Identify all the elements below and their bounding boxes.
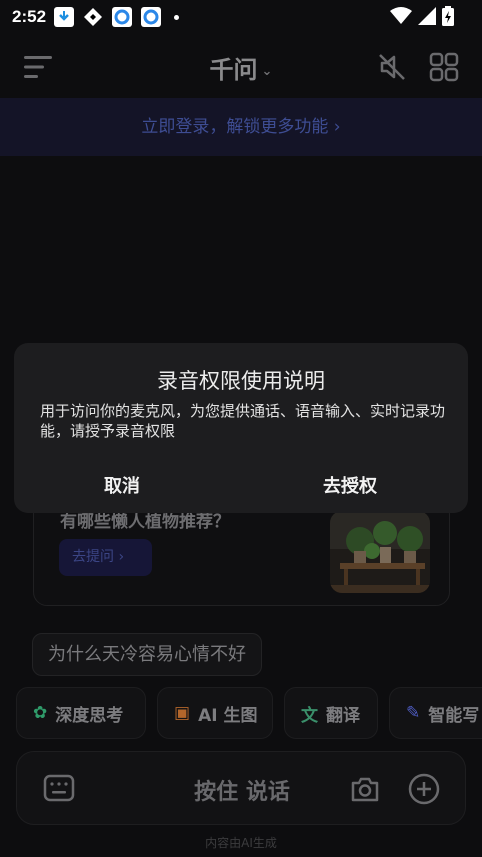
app-notification-icon bbox=[112, 7, 133, 27]
ai-disclaimer: 内容由AI生成 bbox=[205, 836, 277, 850]
chevron-down-icon: ⌄ bbox=[261, 63, 273, 79]
ask-button[interactable]: 去提问 › bbox=[59, 539, 152, 576]
translate-icon: 文 bbox=[301, 705, 318, 726]
app-notification-icon-2 bbox=[141, 7, 162, 27]
apps-grid-icon[interactable] bbox=[428, 51, 460, 83]
top-bar: 千问 ⌄ bbox=[0, 34, 482, 98]
pen-icon: ✎ bbox=[406, 703, 421, 723]
chip-label: 智能写 bbox=[428, 705, 480, 726]
chip-label: 翻译 bbox=[326, 705, 360, 726]
speaker-mute-icon[interactable] bbox=[376, 51, 408, 83]
wifi-icon bbox=[390, 7, 412, 24]
page-title: 千问 bbox=[209, 56, 258, 84]
permission-dialog: 录音权限使用说明 用于访问你的麦克风，为您提供通话、语音输入、实时记录功能，请授… bbox=[14, 343, 468, 513]
chip-label: AI 生图 bbox=[198, 705, 258, 726]
chip-deep-think[interactable]: ✿ 深度思考 bbox=[16, 687, 146, 739]
battery-icon bbox=[442, 6, 454, 26]
cancel-button[interactable]: 取消 bbox=[72, 469, 172, 505]
status-bar: 2:52 bbox=[0, 0, 482, 34]
chip-translate[interactable]: 文 翻译 bbox=[284, 687, 378, 739]
chip-ai-image[interactable]: ▣ AI 生图 bbox=[157, 687, 273, 739]
grant-permission-button[interactable]: 去授权 bbox=[300, 469, 400, 505]
dialog-title: 录音权限使用说明 bbox=[157, 369, 325, 393]
plus-icon[interactable] bbox=[407, 772, 441, 806]
signal-icon bbox=[418, 7, 436, 25]
chip-label: 深度思考 bbox=[55, 705, 124, 726]
dialog-message: 用于访问你的麦克风，为您提供通话、语音输入、实时记录功能，请授予录音权限 bbox=[40, 402, 446, 440]
login-banner[interactable]: 立即登录，解锁更多功能 › bbox=[0, 98, 482, 156]
more-notifications-icon bbox=[174, 14, 180, 20]
hold-to-talk-button[interactable]: 按住 说话 bbox=[17, 774, 467, 806]
model-selector[interactable]: 千问 ⌄ bbox=[0, 50, 482, 85]
download-notification-icon bbox=[54, 7, 75, 27]
suggestion-card[interactable]: 有哪些懒人植物推荐？ 去提问 › bbox=[33, 500, 450, 606]
image-gen-icon: ▣ bbox=[174, 703, 191, 723]
plant-image bbox=[330, 511, 430, 593]
feature-chips: ✿ 深度思考 ▣ AI 生图 文 翻译 ✎ 智能写 bbox=[16, 687, 482, 739]
diamond-notification-icon bbox=[83, 7, 103, 27]
status-time: 2:52 bbox=[12, 7, 47, 26]
suggestion-chip[interactable]: 为什么天冷容易心情不好 bbox=[32, 633, 262, 676]
camera-icon[interactable] bbox=[349, 773, 381, 805]
atom-icon: ✿ bbox=[33, 703, 48, 723]
chip-smart-write[interactable]: ✎ 智能写 bbox=[389, 687, 482, 739]
input-bar: 按住 说话 bbox=[16, 751, 466, 825]
